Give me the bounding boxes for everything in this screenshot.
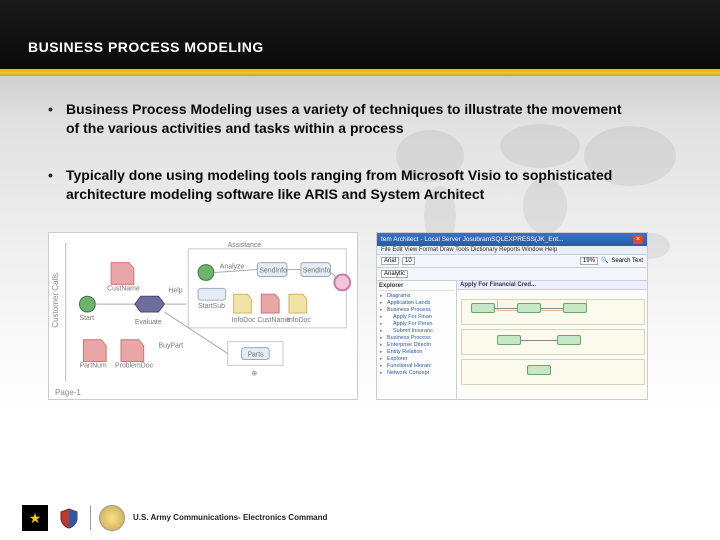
tree-item[interactable]: Business Process [379,307,454,314]
tree-item[interactable]: Enterprise Directn [379,342,454,349]
process-node[interactable] [527,365,551,375]
process-node[interactable] [497,335,521,345]
tab-analytic[interactable]: Analytic [381,270,408,278]
node-infodoc2: InfoDoc [287,316,311,323]
tree-item[interactable]: Functional Hierarc [379,363,454,370]
process-node[interactable] [471,303,495,313]
tree-item[interactable]: Explorer [379,356,454,363]
visio-page-label: Page-1 [55,388,81,397]
slide-header: BUSINESS PROCESS MODELING [0,0,720,72]
army-logo-icon: ★ [22,505,48,531]
footer-divider [90,506,91,530]
sa-canvas[interactable]: Apply For Financial Cred... [457,281,647,399]
shield-logo-icon [56,505,82,531]
tree-item[interactable]: Apply For Finan [379,314,454,321]
size-select[interactable]: 10 [402,257,415,265]
slide-body: Business Process Modeling uses a variety… [0,76,720,496]
node-buypart: BuyPart [159,342,184,349]
slide-footer: ★ U.S. Army Communications- Electronics … [0,496,720,540]
tree-item[interactable]: Apply For Persn [379,321,454,328]
tree-item[interactable]: Business Process [379,335,454,342]
font-select[interactable]: Arial [381,257,399,265]
node-infodoc: InfoDoc [232,316,256,323]
tree-item[interactable]: Submit Insuranc [379,328,454,335]
node-custname: CustName [107,285,140,292]
node-custname2: CustName [257,316,290,323]
sa-toolbar-2[interactable]: Analytic [377,268,647,281]
sa-titlebar: tem Architect - Local Server JosubramSQL… [377,233,647,246]
zoom-display[interactable]: 19% [580,257,598,265]
swimlane [461,359,645,385]
bullet-item: Typically done using modeling tools rang… [48,166,638,204]
label-assistance: Assistance [228,241,262,248]
swimlane [461,329,645,355]
process-node[interactable] [557,335,581,345]
node-analyze: Analyze [220,263,245,270]
sa-explorer-panel[interactable]: Explorer Diagrams Application Lands Busi… [377,281,457,399]
search-icon[interactable]: 🔍 [601,257,608,264]
sa-toolbar[interactable]: Arial 10 19% 🔍 Search Text [377,255,647,268]
bullet-list: Business Process Modeling uses a variety… [48,100,672,204]
search-label: Search Text [611,258,643,264]
figures-row: Customer Calls Start CustName Evaluate [48,232,672,400]
sa-menubar[interactable]: File Edit View Format Draw Tools Diction… [377,246,647,255]
node-sendinfo: SendInfo [259,267,287,274]
footer-org-text: U.S. Army Communications- Electronics Co… [133,514,327,523]
visio-ylabel: Customer Calls [51,273,60,328]
bullet-item: Business Process Modeling uses a variety… [48,100,638,138]
node-parts: Parts [247,351,264,358]
process-node[interactable] [563,303,587,313]
node-problemdoc: ProblemDoc [115,362,154,369]
node-sendinfo2: SendInfo [303,267,331,274]
node-start: Start [79,315,94,322]
process-node[interactable] [517,303,541,313]
node-partnum: PartNum [79,362,106,369]
sa-title-text: tem Architect - Local Server JosubramSQL… [381,236,563,243]
tree-item[interactable]: Application Lands [379,300,454,307]
label-help: Help [168,287,182,294]
tree-item[interactable]: Diagrams [379,293,454,300]
visio-diagram: Customer Calls Start CustName Evaluate [48,232,358,400]
connector [495,308,517,309]
connector [541,308,563,309]
canvas-title: Apply For Financial Cred... [457,281,647,290]
node-startsub: StartSub [198,303,225,310]
close-icon[interactable]: × [633,235,643,244]
connector [521,340,557,341]
tree-item[interactable]: Network Concept [379,370,454,377]
explorer-title: Explorer [379,283,454,291]
system-architect-screenshot: tem Architect - Local Server JosubramSQL… [376,232,648,400]
tree-item[interactable]: Entity Relation [379,349,454,356]
svg-text:⊕: ⊕ [251,370,257,377]
slide-title: BUSINESS PROCESS MODELING [28,39,264,55]
amc-seal-icon [99,505,125,531]
node-evaluate: Evaluate [135,318,162,325]
